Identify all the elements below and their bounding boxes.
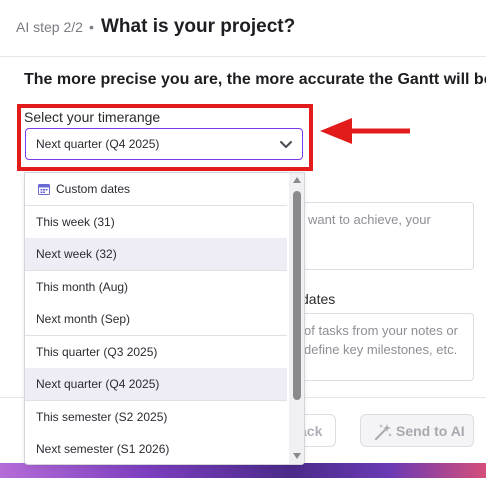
dropdown-option-this-week[interactable]: This week (31) bbox=[25, 206, 287, 238]
timerange-label: Select your timerange bbox=[24, 109, 161, 125]
scroll-down-arrow-icon[interactable] bbox=[293, 453, 301, 459]
timerange-selected-value: Next quarter (Q4 2025) bbox=[36, 137, 160, 151]
magic-wand-icon bbox=[375, 424, 392, 440]
chevron-down-icon bbox=[280, 141, 292, 148]
section-heading: The more precise you are, the more accur… bbox=[24, 71, 486, 88]
dropdown-option-next-quarter[interactable]: Next quarter (Q4 2025) bbox=[25, 368, 287, 400]
project-goal-textarea[interactable]: want to achieve, your bbox=[291, 202, 474, 270]
dropdown-option-next-semester[interactable]: Next semester (S1 2026) bbox=[25, 433, 287, 464]
scrollbar-thumb[interactable] bbox=[293, 191, 301, 400]
dropdown-option-next-month[interactable]: Next month (Sep) bbox=[25, 303, 287, 335]
modal-title: What is your project? bbox=[101, 16, 296, 37]
dropdown-option-label: This semester (S2 2025) bbox=[36, 410, 168, 424]
annotation-arrow bbox=[320, 118, 410, 144]
calendar-icon bbox=[38, 184, 50, 195]
tasks-dates-textarea[interactable]: of tasks from your notes or define key m… bbox=[291, 313, 474, 381]
dropdown-option-this-quarter[interactable]: This quarter (Q3 2025) bbox=[25, 336, 287, 368]
dropdown-option-label: Next month (Sep) bbox=[36, 312, 131, 326]
scroll-up-arrow-icon[interactable] bbox=[293, 177, 301, 183]
step-separator: • bbox=[89, 19, 94, 35]
step-indicator: AI step 2/2 bbox=[16, 19, 83, 35]
dropdown-option-this-month[interactable]: This month (Aug) bbox=[25, 271, 287, 303]
dates-field-label: dates bbox=[301, 291, 336, 307]
tasks-placeholder-line2: define key milestones, etc. bbox=[304, 342, 458, 357]
send-to-ai-button[interactable]: Send to AI bbox=[360, 414, 474, 447]
dropdown-option-next-week[interactable]: Next week (32) bbox=[25, 238, 287, 270]
modal-header: AI step 2/2 • What is your project? bbox=[0, 0, 486, 56]
tasks-placeholder-line1: of tasks from your notes or bbox=[304, 323, 458, 338]
dropdown-option-label: Next week (32) bbox=[36, 247, 117, 261]
send-to-ai-label: Send to AI bbox=[396, 423, 465, 439]
dropdown-scrollbar[interactable] bbox=[289, 173, 304, 464]
dropdown-option-label: Next quarter (Q4 2025) bbox=[36, 377, 160, 391]
dropdown-option-label: This quarter (Q3 2025) bbox=[36, 345, 158, 359]
background-strip bbox=[0, 463, 486, 478]
dropdown-option-label: This month (Aug) bbox=[36, 280, 129, 294]
dropdown-option-label: Next semester (S1 2026) bbox=[36, 442, 170, 456]
timerange-select[interactable]: Next quarter (Q4 2025) bbox=[25, 128, 303, 160]
dropdown-option-custom-dates[interactable]: Custom dates bbox=[25, 173, 287, 205]
dropdown-option-this-semester[interactable]: This semester (S2 2025) bbox=[25, 401, 287, 433]
dropdown-option-label: This week (31) bbox=[36, 215, 115, 229]
project-goal-placeholder: want to achieve, your bbox=[308, 212, 431, 227]
header-divider bbox=[0, 56, 486, 57]
timerange-dropdown-menu: Custom dates This week (31) Next week (3… bbox=[24, 172, 305, 465]
dropdown-option-label: Custom dates bbox=[56, 182, 131, 196]
